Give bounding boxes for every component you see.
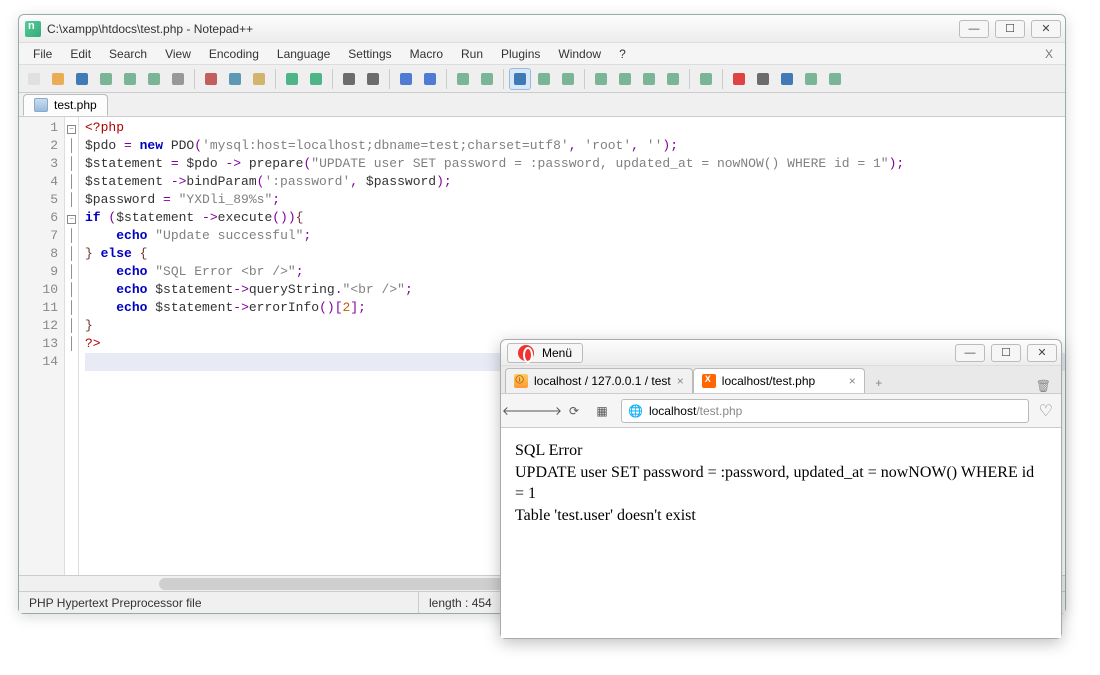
print-icon[interactable] bbox=[167, 68, 189, 90]
npp-menubar: FileEditSearchViewEncodingLanguageSettin… bbox=[19, 43, 1065, 65]
fold-column[interactable]: −││││−│││││││ bbox=[65, 117, 79, 575]
browser-toolbar: 🡐 🡒 ⟳ ▦ 🌐 localhost/test.php ♡ bbox=[501, 394, 1061, 428]
opera-icon bbox=[518, 345, 534, 361]
browser-close-button[interactable]: ✕ bbox=[1027, 344, 1057, 362]
site-info-icon[interactable]: 🌐 bbox=[628, 404, 643, 418]
menubar-close-doc-button[interactable]: X bbox=[1039, 47, 1059, 61]
new-tab-button[interactable]: + bbox=[869, 373, 889, 393]
address-bar[interactable]: 🌐 localhost/test.php bbox=[621, 399, 1029, 423]
menu-edit[interactable]: Edit bbox=[62, 45, 99, 63]
opera-menu-label: Menü bbox=[542, 346, 572, 360]
window-title: C:\xampp\htdocs\test.php - Notepad++ bbox=[47, 22, 953, 36]
stop-macro-icon[interactable] bbox=[752, 68, 774, 90]
minimize-button[interactable]: ― bbox=[959, 20, 989, 38]
play-macro-icon[interactable] bbox=[776, 68, 798, 90]
maximize-button[interactable]: ☐ bbox=[995, 20, 1025, 38]
closed-tabs-button[interactable]: 🗑 bbox=[1030, 379, 1057, 393]
file-icon bbox=[34, 98, 48, 112]
url-domain: localhost bbox=[649, 404, 696, 418]
folder-workspace-icon[interactable] bbox=[662, 68, 684, 90]
save-all-icon[interactable] bbox=[95, 68, 117, 90]
browser-titlebar[interactable]: Menü ― ☐ ✕ bbox=[501, 340, 1061, 366]
cut-icon[interactable] bbox=[200, 68, 222, 90]
reload-button[interactable]: ⟳ bbox=[565, 402, 583, 420]
open-file-icon[interactable] bbox=[47, 68, 69, 90]
page-text-line: Table 'test.user' doesn't exist bbox=[515, 505, 1047, 527]
replace-icon[interactable] bbox=[362, 68, 384, 90]
browser-maximize-button[interactable]: ☐ bbox=[991, 344, 1021, 362]
browser-tabstrip: localhost / 127.0.0.1 / test×localhost/t… bbox=[501, 366, 1061, 394]
opera-menu-button[interactable]: Menü bbox=[507, 343, 583, 363]
notepadpp-app-icon bbox=[25, 21, 41, 37]
bookmark-button[interactable]: ♡ bbox=[1039, 401, 1053, 421]
page-text-line: SQL Error bbox=[515, 440, 1047, 462]
menu-plugins[interactable]: Plugins bbox=[493, 45, 548, 63]
zoom-in-icon[interactable] bbox=[395, 68, 417, 90]
show-all-chars-icon[interactable] bbox=[533, 68, 555, 90]
close-icon[interactable] bbox=[119, 68, 141, 90]
forward-button[interactable]: 🡒 bbox=[537, 402, 555, 420]
func-list-icon[interactable] bbox=[638, 68, 660, 90]
record-macro-icon[interactable] bbox=[728, 68, 750, 90]
npp-toolbar bbox=[19, 65, 1065, 93]
npp-titlebar[interactable]: C:\xampp\htdocs\test.php - Notepad++ ― ☐… bbox=[19, 15, 1065, 43]
browser-tab[interactable]: localhost / 127.0.0.1 / test × bbox=[505, 368, 693, 393]
close-all-icon[interactable] bbox=[143, 68, 165, 90]
line-number-gutter: 1234567891011121314 bbox=[19, 117, 65, 575]
menu-run[interactable]: Run bbox=[453, 45, 491, 63]
zoom-out-icon[interactable] bbox=[419, 68, 441, 90]
redo-icon[interactable] bbox=[305, 68, 327, 90]
doc-map-icon[interactable] bbox=[614, 68, 636, 90]
browser-tab-label: localhost / 127.0.0.1 / test bbox=[534, 374, 671, 388]
speed-dial-button[interactable]: ▦ bbox=[593, 402, 611, 420]
back-button[interactable]: 🡐 bbox=[509, 402, 527, 420]
menu-view[interactable]: View bbox=[157, 45, 199, 63]
xampp-favicon-icon bbox=[702, 374, 716, 388]
run-macro-multi-icon[interactable] bbox=[800, 68, 822, 90]
browser-window: Menü ― ☐ ✕ localhost / 127.0.0.1 / test ×… bbox=[500, 339, 1062, 639]
browser-tab[interactable]: localhost/test.php × bbox=[693, 368, 865, 393]
menu-[interactable]: ? bbox=[611, 45, 634, 63]
menu-settings[interactable]: Settings bbox=[340, 45, 399, 63]
save-macro-icon[interactable] bbox=[824, 68, 846, 90]
tab-close-button[interactable]: × bbox=[677, 374, 684, 388]
sync-h-icon[interactable] bbox=[476, 68, 498, 90]
menu-language[interactable]: Language bbox=[269, 45, 338, 63]
menu-macro[interactable]: Macro bbox=[402, 45, 451, 63]
tab-close-button[interactable]: × bbox=[849, 374, 856, 388]
npp-tabbar: test.php bbox=[19, 93, 1065, 117]
page-content: SQL ErrorUPDATE user SET password = :pas… bbox=[501, 428, 1061, 638]
file-tab-test-php[interactable]: test.php bbox=[23, 94, 108, 116]
menu-window[interactable]: Window bbox=[550, 45, 609, 63]
new-file-icon[interactable] bbox=[23, 68, 45, 90]
lang-udl-icon[interactable] bbox=[590, 68, 612, 90]
menu-file[interactable]: File bbox=[25, 45, 60, 63]
paste-icon[interactable] bbox=[248, 68, 270, 90]
save-icon[interactable] bbox=[71, 68, 93, 90]
menu-search[interactable]: Search bbox=[101, 45, 155, 63]
monitor-icon[interactable] bbox=[695, 68, 717, 90]
indent-guide-icon[interactable] bbox=[557, 68, 579, 90]
file-tab-label: test.php bbox=[54, 98, 97, 112]
sync-v-icon[interactable] bbox=[452, 68, 474, 90]
copy-icon[interactable] bbox=[224, 68, 246, 90]
close-window-button[interactable]: ✕ bbox=[1031, 20, 1061, 38]
browser-tab-label: localhost/test.php bbox=[722, 374, 815, 388]
status-language: PHP Hypertext Preprocessor file bbox=[19, 592, 419, 613]
browser-minimize-button[interactable]: ― bbox=[955, 344, 985, 362]
phpmyadmin-favicon-icon bbox=[514, 374, 528, 388]
undo-icon[interactable] bbox=[281, 68, 303, 90]
url-path: /test.php bbox=[696, 404, 742, 418]
menu-encoding[interactable]: Encoding bbox=[201, 45, 267, 63]
find-icon[interactable] bbox=[338, 68, 360, 90]
page-text-line: UPDATE user SET password = :password, up… bbox=[515, 462, 1047, 505]
wordwrap-icon[interactable] bbox=[509, 68, 531, 90]
